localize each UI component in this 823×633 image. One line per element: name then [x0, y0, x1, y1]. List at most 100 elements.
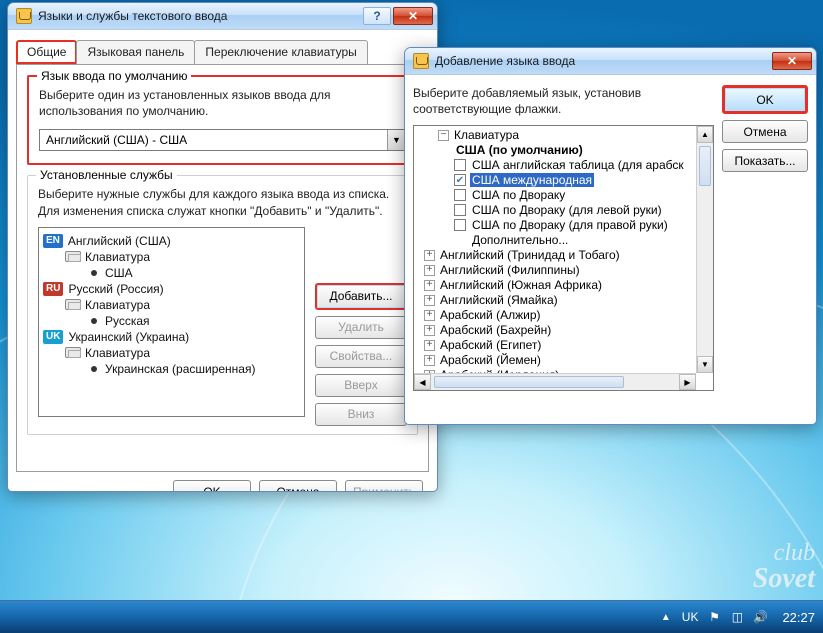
- language-item[interactable]: Арабский (Бахрейн): [438, 323, 553, 337]
- keyboard-label: Клавиатура: [85, 298, 150, 312]
- language-tree[interactable]: −КлавиатураСША (по умолчанию)США английс…: [413, 125, 714, 391]
- expand-icon[interactable]: +: [424, 265, 435, 276]
- apply-button[interactable]: Применить: [345, 480, 423, 492]
- keyboard-header: Клавиатура: [452, 128, 521, 142]
- ok-button[interactable]: OK: [173, 480, 251, 492]
- group-desc: Выберите нужные службы для каждого языка…: [38, 186, 407, 218]
- installed-languages-tree[interactable]: EN Английский (США) Клавиатура США RU Русский…: [38, 227, 305, 417]
- remove-button[interactable]: Удалить: [315, 316, 407, 339]
- group-desc: Выберите один из установленных языков вв…: [39, 87, 406, 119]
- checkbox[interactable]: [454, 189, 466, 201]
- layout-name: Русская: [105, 314, 150, 328]
- checkbox[interactable]: [454, 219, 466, 231]
- close-button[interactable]: ✕: [393, 7, 433, 25]
- checkbox[interactable]: [454, 204, 466, 216]
- lang-name: Русский (Россия): [68, 282, 163, 296]
- language-item[interactable]: Английский (Южная Африка): [438, 278, 604, 292]
- lang-badge: RU: [43, 282, 63, 296]
- tab-language-bar[interactable]: Языковая панель: [76, 40, 195, 64]
- scroll-left-icon[interactable]: ◀: [414, 374, 431, 390]
- bullet-icon: [91, 318, 97, 324]
- tab-key-switch[interactable]: Переключение клавиатуры: [194, 40, 367, 64]
- titlebar[interactable]: Языки и службы текстового ввода ? ✕: [8, 3, 437, 30]
- scrollbar-horizontal[interactable]: ◀ ▶: [414, 373, 696, 390]
- system-tray: ▲ UK ⚑ ◫ 🔊 22:27: [659, 601, 815, 633]
- chevron-down-icon[interactable]: ▼: [387, 130, 405, 150]
- scrollbar-vertical[interactable]: ▲ ▼: [696, 126, 713, 373]
- language-item[interactable]: Арабский (Алжир): [438, 308, 542, 322]
- bullet-icon: [91, 270, 97, 276]
- down-button[interactable]: Вниз: [315, 403, 407, 426]
- language-item[interactable]: Английский (Ямайка): [438, 293, 560, 307]
- layout-name: Украинская (расширенная): [105, 362, 255, 376]
- expand-icon[interactable]: +: [424, 325, 435, 336]
- watermark: club Sovet: [753, 541, 815, 593]
- default-layout[interactable]: США (по умолчанию): [454, 143, 585, 157]
- expand-icon[interactable]: +: [424, 340, 435, 351]
- language-item[interactable]: Английский (Филиппины): [438, 263, 582, 277]
- window-title: Языки и службы текстового ввода: [38, 9, 363, 23]
- installed-services-group: Установленные службы Выберите нужные слу…: [27, 175, 418, 434]
- action-center-icon[interactable]: ⚑: [707, 610, 721, 624]
- add-button[interactable]: Добавить...: [315, 283, 407, 310]
- language-indicator[interactable]: UK: [682, 610, 699, 624]
- expand-icon[interactable]: +: [424, 310, 435, 321]
- checkbox[interactable]: [454, 159, 466, 171]
- up-button[interactable]: Вверх: [315, 374, 407, 397]
- expand-icon[interactable]: +: [424, 295, 435, 306]
- checkbox[interactable]: ✔: [454, 174, 466, 186]
- lang-name: Украинский (Украина): [68, 330, 189, 344]
- clock[interactable]: 22:27: [782, 610, 815, 625]
- language-item[interactable]: Английский (Тринидад и Тобаго): [438, 248, 622, 262]
- keyboard-label: Клавиатура: [85, 346, 150, 360]
- keyboard-icon: [65, 347, 81, 358]
- layout-option[interactable]: США по Двораку: [470, 188, 567, 202]
- language-item[interactable]: Арабский (Египет): [438, 338, 543, 352]
- tabs: Общие Языковая панель Переключение клави…: [16, 40, 429, 64]
- cancel-button[interactable]: Отмена: [722, 120, 808, 143]
- group-title: Установленные службы: [36, 168, 177, 182]
- scroll-up-icon[interactable]: ▲: [697, 126, 713, 143]
- layout-name: США: [105, 266, 133, 280]
- collapse-icon[interactable]: −: [438, 130, 449, 141]
- expand-icon[interactable]: +: [424, 250, 435, 261]
- volume-icon[interactable]: 🔊: [753, 610, 767, 624]
- tray-overflow-icon[interactable]: ▲: [659, 610, 673, 624]
- scroll-thumb[interactable]: [434, 376, 624, 388]
- titlebar[interactable]: Добавление языка ввода ✕: [405, 48, 816, 75]
- language-item[interactable]: Арабский (Йемен): [438, 353, 543, 367]
- lang-name: Английский (США): [68, 234, 171, 248]
- app-icon: [16, 8, 32, 24]
- select-value: Английский (США) - США: [40, 133, 387, 147]
- more-link[interactable]: Дополнительно...: [470, 233, 570, 247]
- scroll-thumb[interactable]: [699, 146, 711, 186]
- tab-general[interactable]: Общие: [16, 40, 77, 64]
- layout-option[interactable]: США по Двораку (для левой руки): [470, 203, 664, 217]
- group-title: Язык ввода по умолчанию: [37, 69, 191, 83]
- expand-icon[interactable]: +: [424, 355, 435, 366]
- layout-option[interactable]: США английская таблица (для арабск: [470, 158, 686, 172]
- text-services-window: Языки и службы текстового ввода ? ✕ Общи…: [7, 2, 438, 492]
- keyboard-icon: [65, 299, 81, 310]
- default-language-group: Язык ввода по умолчанию Выберите один из…: [27, 75, 418, 165]
- dialog-desc: Выберите добавляемый язык, установив соо…: [413, 85, 714, 117]
- lang-badge: UK: [43, 330, 63, 344]
- taskbar[interactable]: ▲ UK ⚑ ◫ 🔊 22:27: [0, 600, 823, 633]
- add-input-language-window: Добавление языка ввода ✕ Выберите добавл…: [404, 47, 817, 425]
- ok-button[interactable]: OK: [722, 85, 808, 114]
- keyboard-label: Клавиатура: [85, 250, 150, 264]
- layout-option[interactable]: США международная: [470, 173, 594, 187]
- network-icon[interactable]: ◫: [730, 610, 744, 624]
- close-button[interactable]: ✕: [772, 52, 812, 70]
- app-icon: [413, 53, 429, 69]
- scroll-right-icon[interactable]: ▶: [679, 374, 696, 390]
- lang-badge: EN: [43, 234, 63, 248]
- scroll-down-icon[interactable]: ▼: [697, 356, 713, 373]
- layout-option[interactable]: США по Двораку (для правой руки): [470, 218, 670, 232]
- default-language-select[interactable]: Английский (США) - США ▼: [39, 129, 406, 151]
- cancel-button[interactable]: Отмена: [259, 480, 337, 492]
- show-button[interactable]: Показать...: [722, 149, 808, 172]
- expand-icon[interactable]: +: [424, 280, 435, 291]
- help-button[interactable]: ?: [363, 7, 391, 25]
- properties-button[interactable]: Свойства...: [315, 345, 407, 368]
